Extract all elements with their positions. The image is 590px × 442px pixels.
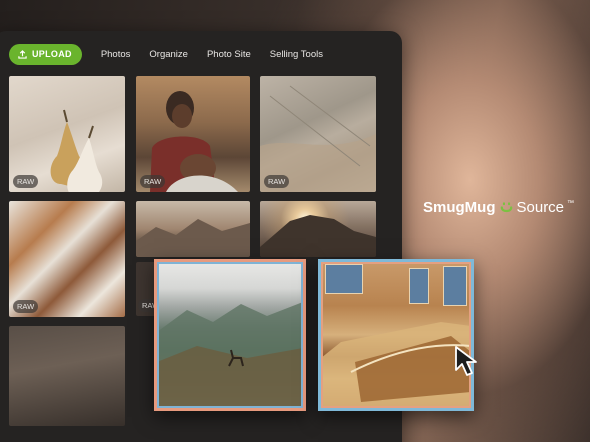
raw-badge: RAW [264, 175, 290, 188]
nav-photos[interactable]: Photos [101, 49, 131, 60]
cursor-arrow-icon [455, 346, 477, 376]
mountains-image [136, 219, 250, 257]
nav-selling-tools[interactable]: Selling Tools [270, 49, 323, 60]
raw-badge: RAW [13, 175, 39, 188]
upload-button[interactable]: UPLOAD [9, 43, 82, 65]
selected-photo-car[interactable] [318, 259, 474, 411]
photo-tile-couple[interactable]: RAW [136, 76, 250, 192]
photo-tile-leaf[interactable]: RAW [260, 76, 376, 192]
photo-tile-sunset-peak[interactable] [260, 201, 376, 257]
upload-icon [18, 49, 27, 59]
top-nav: UPLOAD Photos Organize Photo Site Sellin… [9, 43, 323, 65]
selected-photo-deer[interactable] [154, 259, 306, 411]
photo-tile-ice[interactable]: RAW [9, 201, 125, 317]
nav-organize[interactable]: Organize [149, 49, 188, 60]
brand-name-bold: SmugMug [423, 199, 496, 216]
smugmug-source-logo: SmugMug Source ™ [423, 199, 574, 216]
raw-badge: RAW [140, 175, 166, 188]
sunset-peak-image [260, 215, 376, 257]
photo-tile-mountains[interactable] [136, 201, 250, 257]
upload-button-label: UPLOAD [32, 49, 72, 59]
raw-badge: RAW [13, 300, 39, 313]
trademark-symbol: ™ [567, 200, 575, 207]
photo-tile-partial[interactable]: RAW [136, 262, 156, 316]
photo-tile-stone[interactable] [9, 326, 125, 426]
brand-name-light: Source [516, 199, 565, 216]
smugmug-smile-icon [500, 202, 512, 213]
nav-photo-site[interactable]: Photo Site [207, 49, 251, 60]
photo-tile-pears[interactable]: RAW [9, 76, 125, 192]
